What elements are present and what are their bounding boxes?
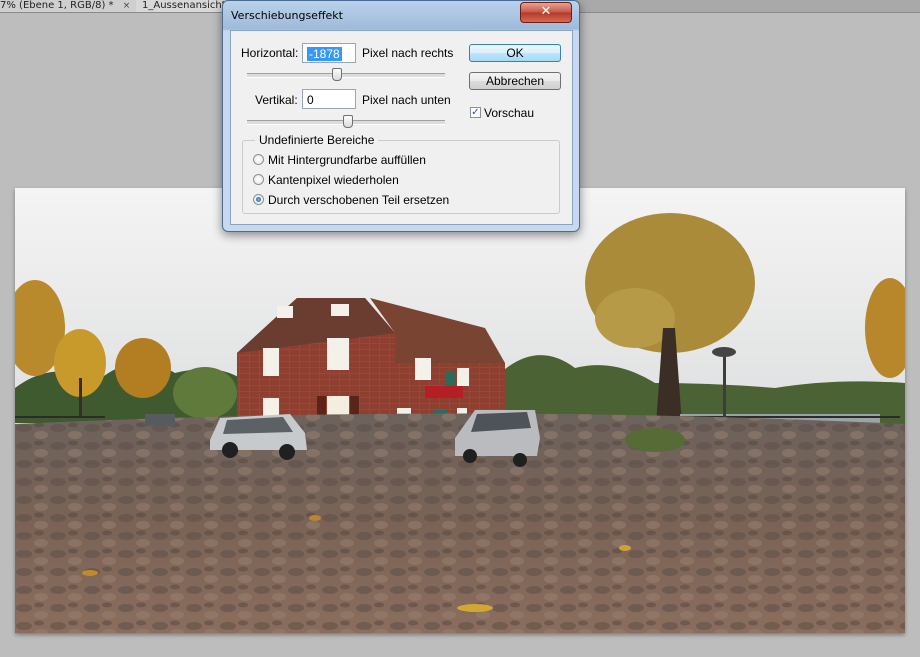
cancel-button[interactable]: Abbrechen bbox=[469, 72, 561, 90]
horizontal-slider-track[interactable] bbox=[247, 73, 445, 78]
offset-dialog: Verschiebungseffekt ✕ Horizontal: -1878 … bbox=[222, 0, 580, 232]
radio-wrap-around[interactable] bbox=[253, 194, 264, 205]
vertical-label: Vertikal: bbox=[255, 93, 298, 107]
radio-repeat-edge-pixels[interactable] bbox=[253, 174, 264, 185]
dialog-close-button[interactable]: ✕ bbox=[520, 2, 572, 23]
radio-label-background-fill: Mit Hintergrundfarbe auffüllen bbox=[268, 153, 426, 167]
horizontal-label: Horizontal: bbox=[241, 46, 299, 60]
radio-label-wrap-around: Durch verschobenen Teil ersetzen bbox=[268, 193, 450, 207]
panorama-image bbox=[15, 188, 905, 633]
group-title: Undefinierte Bereiche bbox=[255, 133, 379, 147]
horizontal-slider-thumb[interactable] bbox=[332, 68, 342, 81]
document-tab-active[interactable]: 7% (Ebene 1, RGB/8) * × bbox=[0, 0, 138, 12]
image-canvas[interactable] bbox=[15, 188, 905, 633]
dialog-title: Verschiebungseffekt bbox=[231, 9, 343, 22]
dialog-body: Horizontal: -1878 Pixel nach rechts Vert… bbox=[230, 30, 573, 225]
close-tab-icon[interactable]: × bbox=[123, 1, 131, 11]
document-tab-label: 7% (Ebene 1, RGB/8) * bbox=[0, 0, 114, 11]
horizontal-input[interactable]: -1878 bbox=[302, 43, 356, 63]
radio-background-fill[interactable] bbox=[253, 154, 264, 165]
vertical-unit-label: Pixel nach unten bbox=[362, 93, 451, 107]
radio-label-repeat-edge-pixels: Kantenpixel wiederholen bbox=[268, 173, 399, 187]
horizontal-value: -1878 bbox=[307, 47, 342, 61]
vertical-slider-thumb[interactable] bbox=[343, 115, 353, 128]
horizontal-unit-label: Pixel nach rechts bbox=[362, 46, 454, 60]
document-tab-label: 1_Aussenansicht bbox=[142, 0, 226, 11]
ok-button[interactable]: OK bbox=[469, 44, 561, 62]
preview-checkbox[interactable]: ✓ bbox=[470, 107, 481, 118]
preview-label: Vorschau bbox=[484, 106, 535, 120]
vertical-input[interactable]: 0 bbox=[302, 89, 356, 109]
